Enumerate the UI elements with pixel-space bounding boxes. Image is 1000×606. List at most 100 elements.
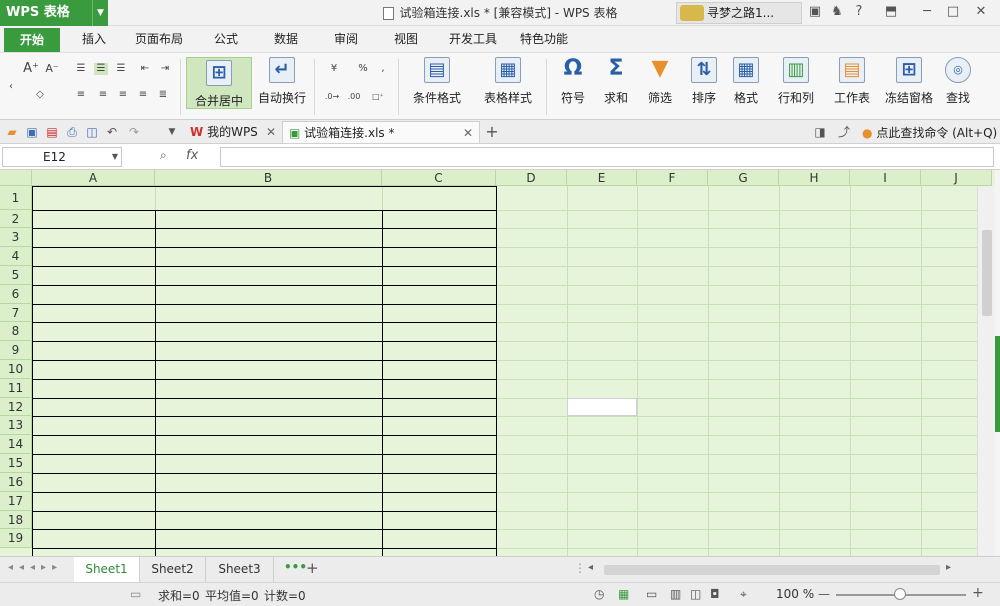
column-header-f[interactable]: F — [637, 170, 708, 186]
column-header-i[interactable]: I — [850, 170, 921, 186]
zoom-out-icon[interactable]: — — [818, 587, 830, 601]
row-header-14[interactable]: 14 — [0, 435, 32, 454]
freeze-panes-button[interactable]: ⊞ 冻结窗格 — [882, 57, 936, 106]
location-icon[interactable]: ⌖ — [740, 587, 747, 602]
restore-window-icon[interactable]: ⬒ — [882, 4, 900, 19]
symbol-button[interactable]: Ω 符号 — [552, 57, 594, 106]
normal-view-icon[interactable]: ▦ — [618, 587, 629, 601]
row-header-1[interactable]: 1 — [0, 186, 32, 210]
row-header-4[interactable]: 4 — [0, 247, 32, 266]
row-header-11[interactable]: 11 — [0, 379, 32, 398]
selected-cell[interactable] — [567, 398, 637, 416]
undo-icon[interactable]: ↶ — [104, 124, 120, 140]
save-icon[interactable]: ▣ — [24, 124, 40, 140]
rows-cols-button[interactable]: ▥ 行和列 — [770, 57, 822, 106]
scroll-thumb[interactable] — [982, 230, 992, 316]
maximize-icon[interactable]: □ — [944, 4, 962, 19]
tab-insert[interactable]: 插入 — [72, 26, 116, 52]
tab-my-wps[interactable]: W 我的WPS ✕ — [184, 121, 280, 143]
ribbon-toggle-icon[interactable]: ◨ — [812, 124, 828, 140]
side-panel-handle[interactable] — [995, 336, 1000, 432]
increase-decimal-icon[interactable]: .0→ — [322, 91, 342, 103]
command-search[interactable]: ● 点此查找命令 (Alt+Q) — [862, 124, 997, 141]
tab-formulas[interactable]: 公式 — [204, 26, 248, 52]
tab-review[interactable]: 审阅 — [324, 26, 368, 52]
tab-view[interactable]: 视图 — [384, 26, 428, 52]
row-header-12[interactable]: 12 — [0, 398, 32, 416]
tab-developer[interactable]: 开发工具 — [444, 26, 502, 52]
justify-icon[interactable]: ≡ — [136, 89, 150, 101]
wrap-text-button[interactable]: ↵ 自动换行 — [256, 57, 308, 106]
distribute-icon[interactable]: ≣ — [156, 89, 170, 101]
add-sheet-icon[interactable]: + — [306, 559, 319, 577]
help-icon[interactable]: ? — [850, 4, 868, 19]
font-grow-icon[interactable]: A⁺ — [22, 62, 40, 75]
split-handle-icon[interactable]: ⋮ — [574, 561, 586, 575]
column-header-h[interactable]: H — [779, 170, 850, 186]
sheet-tab-3[interactable]: Sheet3 — [206, 557, 274, 582]
history-icon[interactable]: ◷ — [594, 587, 604, 601]
tab-home[interactable]: 开始 — [4, 28, 60, 52]
row-header-10[interactable]: 10 — [0, 360, 32, 379]
chevron-down-icon[interactable]: ▼ — [112, 148, 118, 166]
row-header-17[interactable]: 17 — [0, 492, 32, 511]
shirt-icon[interactable]: ♞ — [828, 4, 846, 19]
row-header-18[interactable]: 18 — [0, 511, 32, 529]
comma-style-icon[interactable]: , — [376, 63, 390, 75]
export-pdf-icon[interactable]: ▤ — [44, 124, 60, 140]
skin-icon[interactable]: ▣ — [806, 4, 824, 19]
currency-icon[interactable]: ¥ — [326, 63, 342, 75]
redo-icon[interactable]: ↷ — [126, 124, 142, 140]
sheet-tab-1[interactable]: Sheet1 — [74, 557, 140, 582]
align-middle-icon[interactable]: ☰ — [94, 63, 108, 75]
align-right-icon[interactable]: ≡ — [116, 89, 130, 101]
row-header-13[interactable]: 13 — [0, 416, 32, 435]
column-header-d[interactable]: D — [496, 170, 567, 186]
eye-protection-icon[interactable]: ◘ — [710, 587, 720, 601]
page-break-view-icon[interactable]: ▥ — [670, 587, 681, 601]
minimize-icon[interactable]: ─ — [918, 4, 936, 19]
conditional-format-button[interactable]: ▤ 条件格式 — [404, 57, 470, 106]
row-header-6[interactable]: 6 — [0, 285, 32, 304]
tab-special[interactable]: 特色功能 — [514, 26, 574, 52]
number-format-icon[interactable]: □⁺ — [368, 91, 388, 103]
row-header-3[interactable]: 3 — [0, 228, 32, 247]
select-all-corner[interactable] — [0, 170, 32, 186]
merge-center-button[interactable]: ⊞ 合并居中 — [186, 57, 252, 109]
align-center-icon[interactable]: ≡ — [96, 89, 110, 101]
column-header-g[interactable]: G — [708, 170, 779, 186]
ribbon-scroll-left-icon[interactable]: ‹ — [4, 81, 18, 93]
row-header-2[interactable]: 2 — [0, 210, 32, 228]
decrease-decimal-icon[interactable]: .00 — [344, 91, 364, 103]
percent-icon[interactable]: % — [356, 63, 370, 75]
share-icon[interactable]: ⤴ — [836, 124, 852, 140]
column-header-b[interactable]: B — [155, 170, 382, 186]
row-header-15[interactable]: 15 — [0, 454, 32, 473]
user-account-button[interactable]: 寻梦之路1... — [676, 2, 802, 24]
clear-format-icon[interactable]: ◇ — [30, 89, 50, 101]
column-header-c[interactable]: C — [382, 170, 496, 186]
align-left-icon[interactable]: ≡ — [74, 89, 88, 101]
scroll-right-icon[interactable]: ▸ — [946, 562, 951, 573]
align-bottom-icon[interactable]: ☰ — [114, 63, 128, 75]
insert-function-button[interactable]: fx — [186, 148, 198, 163]
column-header-e[interactable]: E — [567, 170, 637, 186]
zoom-slider-thumb[interactable] — [894, 588, 906, 600]
row-header-16[interactable]: 16 — [0, 473, 32, 492]
horizontal-scrollbar[interactable] — [604, 565, 940, 575]
new-tab-icon[interactable]: + — [484, 124, 500, 140]
indent-increase-icon[interactable]: ⇥ — [158, 63, 172, 75]
sheet-nav-icons[interactable]: ◂◂◂▸▸ — [8, 562, 63, 573]
row-header-5[interactable]: 5 — [0, 266, 32, 285]
zoom-in-icon[interactable]: + — [972, 585, 984, 601]
close-tab-icon[interactable]: ✕ — [463, 122, 473, 144]
page-layout-view-icon[interactable]: ▭ — [646, 587, 657, 601]
sum-button[interactable]: Σ 求和 — [596, 57, 636, 106]
sheet-tab-2[interactable]: Sheet2 — [140, 557, 206, 582]
font-shrink-icon[interactable]: A⁻ — [44, 63, 60, 75]
filter-button[interactable]: ▼ 筛选 — [640, 57, 680, 106]
print-icon[interactable]: ⎙ — [64, 124, 80, 140]
reading-view-icon[interactable]: ◫ — [690, 587, 701, 601]
more-sheets-icon[interactable]: ••• — [284, 560, 307, 574]
tab-page-layout[interactable]: 页面布局 — [130, 26, 188, 52]
